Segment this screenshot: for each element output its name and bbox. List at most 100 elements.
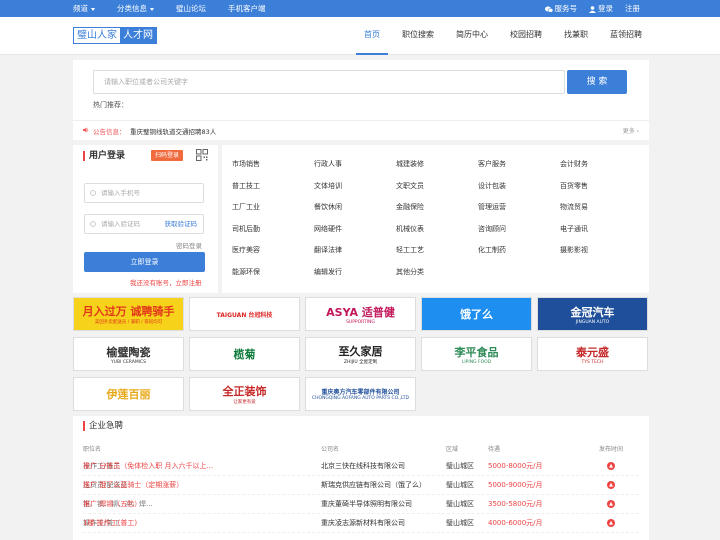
notice-more-link[interactable]: 更多 › — [623, 126, 639, 135]
table-row[interactable]: 推广 分拣员（免体检入职 月入六千以上... 操作工/普工 北京三快在线科技有限公… — [73, 461, 649, 480]
ad-sub-text: CHONGQING AOFANG AUTO PARTS CO.,LTD — [311, 396, 410, 401]
category-link[interactable]: 会计财务 — [560, 159, 588, 169]
site-logo[interactable]: 璧山人家 人才网 — [73, 27, 157, 44]
scan-login-button[interactable]: 扫码登录 — [151, 150, 183, 161]
nav-blue-collar[interactable]: 蓝领招聘 — [602, 17, 650, 55]
ad-banner[interactable]: 全正装饰 让家更有爱 — [189, 377, 300, 411]
login-link[interactable]: 登录 — [589, 3, 613, 14]
login-title: 用户登录 — [83, 151, 125, 161]
category-link[interactable]: 百货零售 — [560, 181, 588, 191]
notice-link[interactable]: 重庆璧铜线轨道交通招聘83人 — [130, 126, 216, 136]
ad-banner[interactable]: ASYA 适普健 SUPPORTING — [305, 297, 416, 331]
ad-banner[interactable]: 金冠汽车 JINGUAN AUTO — [537, 297, 648, 331]
qr-code-icon[interactable] — [196, 149, 208, 161]
category-link[interactable]: 餐饮休闲 — [314, 202, 342, 212]
category-link[interactable]: 电子通讯 — [560, 224, 588, 234]
category-link[interactable]: 设计包装 — [478, 181, 506, 191]
category-link[interactable]: 医疗美容 — [232, 245, 260, 255]
code-input[interactable]: 请输入验证码 获取验证码 — [84, 214, 204, 234]
category-link[interactable]: 普工技工 — [232, 181, 260, 191]
category-link[interactable]: 客户服务 — [478, 159, 506, 169]
category-link[interactable]: 工厂工业 — [232, 202, 260, 212]
category-link[interactable]: 文体培训 — [314, 181, 342, 191]
top-nav-channel[interactable]: 频道 — [73, 3, 95, 14]
category-link[interactable]: 金融保险 — [396, 202, 424, 212]
ad-banner[interactable]: 月入过万 诚聘骑手 美团外卖配送员 / 兼职 / 夜班均可 — [73, 297, 184, 331]
company-link[interactable]: 斯瑞克供应链有限公司（饿了么） — [321, 480, 426, 490]
ad-banner[interactable]: 至久家居 ZHIJIU 全屋定制 — [305, 337, 416, 371]
top-nav-classified[interactable]: 分类信息 — [117, 3, 154, 14]
search-input[interactable]: 请输入职位或者公司关键字 — [93, 70, 565, 94]
category-link[interactable]: 咨询顾问 — [478, 224, 506, 234]
job-area: 璧山城区 — [446, 462, 474, 470]
job-title-link[interactable]: 推广 焊锡（五险） 钳、铁、铆、冲、焊... — [83, 499, 153, 509]
ad-sub-text: ZHIJIU 全屋定制 — [343, 360, 378, 365]
register-now-link[interactable]: 我还没有账号，立即注册 — [130, 277, 202, 287]
top-nav-mobile[interactable]: 手机客户端 — [228, 3, 266, 14]
ad-banner[interactable]: 饿了么 — [421, 297, 532, 331]
ad-banner[interactable]: 李平食品 LIPING FOOD — [421, 337, 532, 371]
category-link[interactable]: 编辑发行 — [314, 267, 342, 277]
category-link[interactable]: 机械仪表 — [396, 224, 424, 234]
ad-brand-text: 饿了么 — [460, 308, 493, 321]
arrow-up-icon: ▲ — [607, 481, 615, 489]
col-header-salary: 待遇 — [488, 446, 501, 453]
arrow-up-icon: ▲ — [607, 462, 615, 470]
register-link[interactable]: 注册 — [625, 3, 640, 14]
category-link[interactable]: 网络硬件 — [314, 224, 342, 234]
nav-job-search[interactable]: 职位搜索 — [394, 17, 442, 55]
ad-brand-text: ASYA 适普健 — [326, 305, 395, 319]
password-login-link[interactable]: 密码登录 — [176, 240, 202, 250]
ad-sub-text: YUBI CERAMICS — [110, 359, 147, 365]
nav-part-time[interactable]: 找兼职 — [556, 17, 596, 55]
hot-recommend-label: 热门推荐： — [93, 101, 128, 109]
login-button[interactable]: 立即登录 — [84, 252, 205, 272]
company-link[interactable]: 重庆董碕半导体照明有限公司 — [321, 499, 412, 509]
ad-brand-text: 至久家居 — [338, 345, 383, 358]
top-nav-forum[interactable]: 璧山论坛 — [176, 3, 206, 14]
category-link[interactable]: 摄影影视 — [560, 245, 588, 255]
ad-banner[interactable]: 泰元盛 TYS TECH — [537, 337, 648, 371]
ad-brand-text: 榄菊 — [233, 348, 256, 361]
search-button[interactable]: 搜 索 — [567, 70, 627, 94]
nav-home[interactable]: 首页 — [356, 17, 388, 55]
category-link[interactable]: 文职文员 — [396, 181, 424, 191]
ad-banner[interactable]: TAIGUAN 台冠科技 — [189, 297, 300, 331]
notice-bar: 公告信息： 重庆璧铜线轨道交通招聘83人 更多 › — [73, 120, 649, 140]
job-title-link[interactable]: 推广 饿了么蓝骑士（定期涨薪） 送货员/配送员 — [83, 480, 183, 490]
ad-banner[interactable]: 榄菊 — [189, 337, 300, 371]
category-link[interactable]: 化工制药 — [478, 245, 506, 255]
table-row[interactable]: 推广 焊锡（五险） 钳、铁、铆、冲、焊... 重庆董碕半导体照明有限公司 璧山城区 3… — [73, 499, 649, 518]
ad-banner[interactable]: 榆璧陶瓷 YUBI CERAMICS — [73, 337, 184, 371]
job-title-link[interactable]: 推广 分拣员（免体检入职 月入六千以上... 操作工/普工 — [83, 461, 213, 471]
job-title-link[interactable]: 1楼 操作工(普工) 操作工/普工 — [83, 518, 137, 528]
category-link[interactable]: 市场销售 — [232, 159, 260, 169]
nav-resume-center[interactable]: 简历中心 — [448, 17, 496, 55]
ad-sub-text: 让家更有爱 — [233, 400, 256, 405]
get-code-button[interactable]: 获取验证码 — [165, 215, 198, 233]
service-account-link[interactable]: 服务号 — [544, 3, 577, 14]
category-link[interactable]: 轻工工艺 — [396, 245, 424, 255]
phone-input[interactable]: 请输入手机号 — [84, 183, 204, 203]
category-link[interactable]: 翻译法律 — [314, 245, 342, 255]
category-link[interactable]: 司机后勤 — [232, 224, 260, 234]
category-link[interactable]: 行政人事 — [314, 159, 342, 169]
table-row[interactable]: 1楼 操作工(普工) 操作工/普工 重庆凌志源新材料有限公司 璧山城区 4000-60… — [73, 518, 649, 537]
header: 璧山人家 人才网 首页 职位搜索 简历中心 校园招聘 找兼职 蓝领招聘 — [0, 17, 720, 55]
category-link[interactable]: 城建装修 — [396, 159, 424, 169]
category-link[interactable]: 其他分类 — [396, 267, 424, 277]
table-row[interactable]: 推广 饿了么蓝骑士（定期涨薪） 送货员/配送员 斯瑞克供应链有限公司（饿了么） 璧山… — [73, 480, 649, 499]
ad-banner[interactable]: 伊莲百丽 — [73, 377, 184, 411]
category-link[interactable]: 管理运营 — [478, 202, 506, 212]
job-area: 璧山城区 — [446, 500, 474, 508]
ad-brand-text: 李平食品 — [454, 345, 499, 359]
ad-banner[interactable]: 重庆奥方汽车零部件有限公司 CHONGQING AOFANG AUTO PARTS… — [305, 377, 416, 411]
company-link[interactable]: 北京三快在线科技有限公司 — [321, 461, 405, 471]
ad-sub-text: LIPING FOOD — [461, 359, 492, 365]
category-link[interactable]: 能源环保 — [232, 267, 260, 277]
main-nav: 首页 职位搜索 简历中心 校园招聘 找兼职 蓝领招聘 — [356, 17, 656, 55]
col-header-company: 公司名 — [321, 446, 340, 453]
category-link[interactable]: 物流贸易 — [560, 202, 588, 212]
nav-campus[interactable]: 校园招聘 — [502, 17, 550, 55]
company-link[interactable]: 重庆凌志源新材料有限公司 — [321, 518, 405, 528]
